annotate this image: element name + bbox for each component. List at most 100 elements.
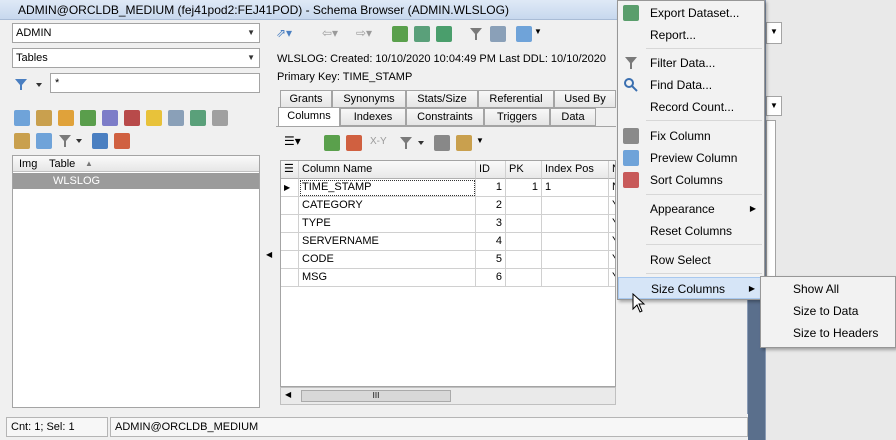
filter-mode-button[interactable] (12, 74, 46, 94)
pk-cell[interactable] (506, 233, 542, 251)
print-icon[interactable] (434, 135, 450, 151)
table-row[interactable]: TIME_STAMP (299, 179, 476, 197)
tab-triggers[interactable]: Triggers (484, 108, 550, 126)
refresh-icon[interactable] (14, 110, 30, 126)
filter-icon[interactable] (58, 133, 86, 149)
menu-item-row-select[interactable]: Row Select (618, 249, 764, 271)
menu-item-appearance[interactable]: Appearance ▶ (618, 198, 764, 220)
sql-icon[interactable] (102, 110, 118, 126)
index-pos-cell[interactable] (542, 215, 609, 233)
favorite-icon[interactable] (146, 110, 162, 126)
create-icon[interactable] (80, 110, 96, 126)
pk-cell[interactable] (506, 269, 542, 287)
table-filter-input[interactable]: * (50, 73, 260, 93)
filter-icon[interactable] (398, 135, 428, 151)
table-row[interactable]: CATEGORY (299, 197, 476, 215)
menu-icon[interactable]: ☰▾ (284, 134, 301, 148)
columns-grid[interactable]: ☰ Column Name ID PK Index Pos N ▶ TIME_S… (280, 160, 616, 387)
pk-cell[interactable] (506, 215, 542, 233)
collapse-left-icon[interactable]: ◀ (266, 250, 272, 259)
nullable-cell[interactable]: N (609, 179, 615, 197)
menu-item-export-dataset[interactable]: Export Dataset... (618, 2, 764, 24)
submenu-item-size-to-headers[interactable]: Size to Headers (761, 322, 895, 344)
menu-item-preview-column[interactable]: Preview Column (618, 147, 764, 169)
add-column-icon[interactable] (324, 135, 340, 151)
compile-icon[interactable] (190, 110, 206, 126)
id-cell[interactable]: 3 (476, 215, 506, 233)
id-cell[interactable]: 1 (476, 179, 506, 197)
nullable-cell[interactable]: Y (609, 197, 615, 215)
forward-icon[interactable]: ⇨▾ (356, 26, 372, 40)
analyze-icon[interactable] (36, 133, 52, 149)
index-pos-cell[interactable] (542, 269, 609, 287)
pk-cell[interactable]: 1 (506, 179, 542, 197)
connection-icon[interactable]: ⇗▾ (276, 26, 292, 40)
table-column-header[interactable]: Table (49, 156, 75, 172)
edit-icon[interactable] (58, 110, 74, 126)
tab-grants[interactable]: Grants (280, 90, 332, 108)
grid-horizontal-scrollbar[interactable]: ◀ III (280, 387, 616, 405)
nullable-cell[interactable]: Y (609, 251, 615, 269)
tab-constraints[interactable]: Constraints (406, 108, 484, 126)
id-header[interactable]: ID (476, 161, 506, 179)
nullable-cell[interactable]: Y (609, 215, 615, 233)
scroll-left-icon[interactable]: ◀ (285, 390, 291, 399)
export-icon[interactable] (114, 133, 130, 149)
back-icon[interactable]: ⇦▾ (322, 26, 338, 40)
nullable-cell[interactable]: Y (609, 233, 615, 251)
column-name-header[interactable]: Column Name (299, 161, 476, 179)
index-pos-cell[interactable] (542, 197, 609, 215)
list-icon[interactable] (490, 26, 506, 42)
table-row[interactable]: SERVERNAME (299, 233, 476, 251)
table-row-selected[interactable]: WLSLOG (13, 173, 259, 189)
remove-column-icon[interactable] (346, 135, 362, 151)
chevron-down-icon[interactable]: ▼ (534, 27, 542, 36)
schema-dropdown[interactable]: ADMIN ▼ (12, 23, 260, 43)
index-pos-cell[interactable]: 1 (542, 179, 609, 197)
drop-icon[interactable] (124, 110, 140, 126)
table-list[interactable]: Img Table ▲ WLSLOG (12, 155, 260, 408)
tab-referential[interactable]: Referential (478, 90, 554, 108)
nullable-cell[interactable]: Y (609, 269, 615, 287)
xy-button[interactable]: X-Y (370, 136, 387, 147)
ab-icon[interactable] (212, 110, 228, 126)
tab-synonyms[interactable]: Synonyms (332, 90, 406, 108)
menu-item-reset-columns[interactable]: Reset Columns (618, 220, 764, 242)
id-cell[interactable]: 6 (476, 269, 506, 287)
panel-splitter[interactable]: ◀ (265, 90, 273, 410)
id-cell[interactable]: 2 (476, 197, 506, 215)
chevron-down-icon[interactable]: ▼ (476, 136, 484, 145)
index-pos-cell[interactable] (542, 233, 609, 251)
object-type-dropdown[interactable]: Tables ▼ (12, 48, 260, 68)
clipboard-icon[interactable] (456, 135, 472, 151)
auto-refresh-icon[interactable] (436, 26, 452, 42)
hierarchy-icon[interactable] (168, 110, 184, 126)
table-row[interactable]: TYPE (299, 215, 476, 233)
tab-data[interactable]: Data (550, 108, 596, 126)
columns-icon[interactable] (14, 133, 30, 149)
submenu-item-show-all[interactable]: Show All (761, 278, 895, 300)
index-pos-cell[interactable] (542, 251, 609, 269)
sync-icon[interactable] (414, 26, 430, 42)
refresh-icon[interactable] (392, 26, 408, 42)
tab-columns[interactable]: Columns (278, 107, 340, 127)
pk-cell[interactable] (506, 251, 542, 269)
pk-cell[interactable] (506, 197, 542, 215)
layout-icon[interactable] (516, 26, 532, 42)
menu-item-report[interactable]: Report... (618, 24, 764, 46)
table-row[interactable]: CODE (299, 251, 476, 269)
tab-used-by[interactable]: Used By (554, 90, 616, 108)
scroll-thumb[interactable]: III (301, 390, 451, 402)
filter-icon[interactable] (468, 26, 484, 42)
img-column-header[interactable]: Img (19, 156, 37, 172)
tab-indexes[interactable]: Indexes (340, 108, 406, 126)
nullable-header[interactable]: N (609, 161, 615, 179)
index-pos-header[interactable]: Index Pos (542, 161, 609, 179)
describe-icon[interactable] (36, 110, 52, 126)
submenu-item-size-to-data[interactable]: Size to Data (761, 300, 895, 322)
menu-item-fix-column[interactable]: Fix Column (618, 125, 764, 147)
menu-item-sort-columns[interactable]: Sort Columns (618, 169, 764, 191)
menu-item-record-count[interactable]: Record Count... (618, 96, 764, 118)
tab-stats-size[interactable]: Stats/Size (406, 90, 478, 108)
pk-header[interactable]: PK (506, 161, 542, 179)
